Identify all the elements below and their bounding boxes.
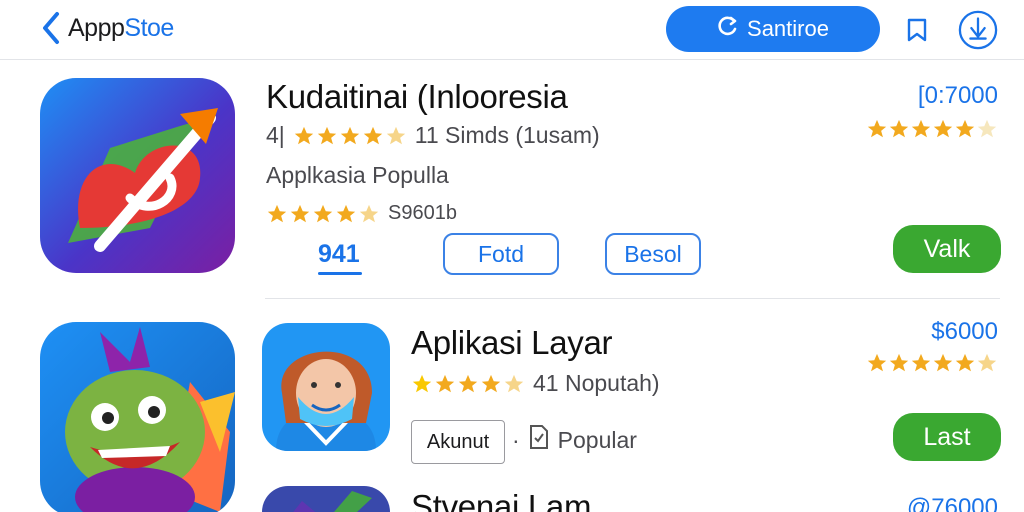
besol-button[interactable]: Besol [605, 233, 701, 275]
search-label: Santiroe [747, 16, 829, 41]
refresh-search-icon [717, 15, 739, 43]
star-icon [481, 374, 501, 392]
size-stars [266, 203, 380, 225]
star-icon [313, 204, 333, 222]
rating-stars [411, 373, 525, 395]
app-name[interactable]: Kudaitinai (Inlooresia [266, 78, 568, 116]
star-icon [889, 119, 909, 138]
app-price: @76000 [906, 494, 998, 512]
rating-stars [293, 125, 407, 147]
last-button[interactable]: Last [893, 413, 1001, 461]
row-divider [265, 298, 1000, 299]
valk-button[interactable]: Valk [893, 225, 1001, 273]
rating-row: 41 Noputah) [411, 370, 660, 397]
rating-prefix: 4| [266, 122, 285, 148]
star-icon [955, 353, 975, 372]
star-half-icon [977, 353, 997, 372]
star-icon [267, 204, 287, 222]
category-row: · Popular [512, 424, 637, 456]
app-name[interactable]: Aplikasi Layar [411, 324, 613, 362]
size-row: S9601b [266, 202, 457, 225]
rating-text: 41 Noputah) [533, 370, 660, 396]
right-rating-stars [866, 352, 998, 374]
chevron-left-icon[interactable] [34, 8, 68, 48]
partial-app-icon[interactable] [262, 486, 390, 512]
bookmark-icon[interactable] [897, 10, 937, 50]
star-half-icon [504, 374, 524, 392]
star-icon [412, 374, 432, 392]
star-icon [336, 204, 356, 222]
fotd-button[interactable]: Fotd [443, 233, 559, 275]
masked-person-app-icon[interactable] [262, 323, 390, 451]
download-anchor-icon[interactable] [958, 10, 998, 50]
green-monster-app-icon[interactable] [40, 322, 235, 512]
star-icon [294, 126, 313, 144]
star-icon [290, 204, 310, 222]
star-icon [458, 374, 478, 392]
count-tab-underline [318, 272, 362, 275]
rating-row: 4| 11 Simds (1usam) [266, 122, 600, 149]
app-name[interactable]: Stvenai Lam [411, 488, 591, 512]
count-tab[interactable]: 941 [318, 240, 360, 269]
app-title: ApppStoe [68, 14, 174, 43]
star-icon [911, 353, 931, 372]
app-title-part1: Appp [68, 14, 125, 42]
search-button[interactable]: Santiroe [666, 6, 880, 52]
star-icon [911, 119, 931, 138]
red-heart-arrow-app-icon[interactable] [40, 78, 235, 273]
star-empty-icon [977, 119, 997, 138]
rating-text: 11 Simds (1usam) [414, 122, 600, 148]
star-icon [867, 119, 887, 138]
star-half-icon [386, 126, 405, 144]
star-icon [340, 126, 359, 144]
app-category: Popular [557, 426, 637, 453]
akunut-tag[interactable]: Akunut [411, 420, 505, 464]
app-category: Applkasia Populla [266, 162, 449, 188]
star-icon [317, 126, 336, 144]
star-icon [933, 119, 953, 138]
star-icon [933, 353, 953, 372]
star-icon [889, 353, 909, 372]
right-rating-stars [866, 118, 998, 140]
app-title-part2: Stoe [124, 14, 174, 42]
star-half-icon [359, 204, 379, 222]
star-icon [955, 119, 975, 138]
app-price: $6000 [931, 318, 998, 345]
document-icon [528, 424, 550, 456]
star-icon [435, 374, 455, 392]
top-bar: ApppStoe Santiroe [0, 0, 1024, 60]
separator-dot: · [512, 426, 520, 453]
star-icon [867, 353, 887, 372]
size-text: S9601b [388, 202, 457, 224]
app-price: [0:7000 [917, 82, 998, 109]
star-icon [363, 126, 382, 144]
